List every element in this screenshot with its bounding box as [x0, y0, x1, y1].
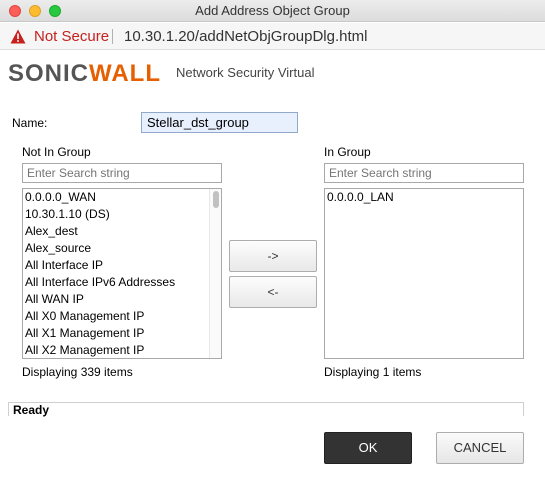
security-status[interactable]: Not Secure: [34, 23, 109, 50]
zoom-window-button[interactable]: [49, 5, 61, 17]
status-bar: [8, 402, 524, 416]
not-in-group-scrollbar[interactable]: [209, 189, 221, 358]
list-item[interactable]: All X2 Management IP: [23, 342, 221, 358]
list-item[interactable]: Alex_dest: [23, 223, 221, 240]
minimize-window-button[interactable]: [29, 5, 41, 17]
scrollbar-thumb[interactable]: [213, 191, 219, 208]
list-item[interactable]: All X0 Management IP: [23, 308, 221, 325]
url-divider: [112, 29, 113, 44]
in-group-count: Displaying 1 items: [324, 365, 422, 379]
in-group-search-input[interactable]: [324, 163, 524, 183]
not-in-group-count: Displaying 339 items: [22, 365, 133, 379]
in-group-heading: In Group: [324, 145, 371, 159]
in-group-list[interactable]: 0.0.0.0_LAN: [324, 188, 524, 359]
not-in-group-heading: Not In Group: [22, 145, 91, 159]
list-item[interactable]: 10.30.1.10 (DS): [23, 206, 221, 223]
address-bar[interactable]: Not Secure 10.30.1.20/addNetObjGroupDlg.…: [0, 23, 545, 50]
ok-button[interactable]: OK: [324, 432, 412, 464]
product-subtitle: Network Security Virtual: [176, 65, 315, 80]
not-in-group-search-input[interactable]: [22, 163, 222, 183]
list-item[interactable]: All X1 Management IP: [23, 325, 221, 342]
status-text: Ready: [13, 403, 50, 417]
remove-from-group-button[interactable]: <-: [229, 276, 317, 308]
name-label: Name:: [12, 116, 48, 130]
warning-icon: [10, 29, 26, 44]
list-item[interactable]: All Interface IPv6 Addresses: [23, 274, 221, 291]
url-text[interactable]: 10.30.1.20/addNetObjGroupDlg.html: [124, 23, 367, 50]
window-titlebar: Add Address Object Group: [0, 0, 545, 22]
list-item[interactable]: All Interface IP: [23, 257, 221, 274]
cancel-button[interactable]: CANCEL: [436, 432, 524, 464]
add-to-group-button[interactable]: ->: [229, 240, 317, 272]
list-item[interactable]: 0.0.0.0_WAN: [23, 189, 221, 206]
list-item[interactable]: Alex_source: [23, 240, 221, 257]
close-window-button[interactable]: [9, 5, 21, 17]
window-title: Add Address Object Group: [195, 3, 350, 18]
not-in-group-list[interactable]: 0.0.0.0_WAN 10.30.1.10 (DS) Alex_dest Alex_…: [22, 188, 222, 359]
list-item[interactable]: All WAN IP: [23, 291, 221, 308]
group-name-input[interactable]: [141, 112, 298, 133]
sonicwall-logo: SONICWALL: [8, 60, 161, 87]
list-item[interactable]: 0.0.0.0_LAN: [325, 189, 523, 206]
